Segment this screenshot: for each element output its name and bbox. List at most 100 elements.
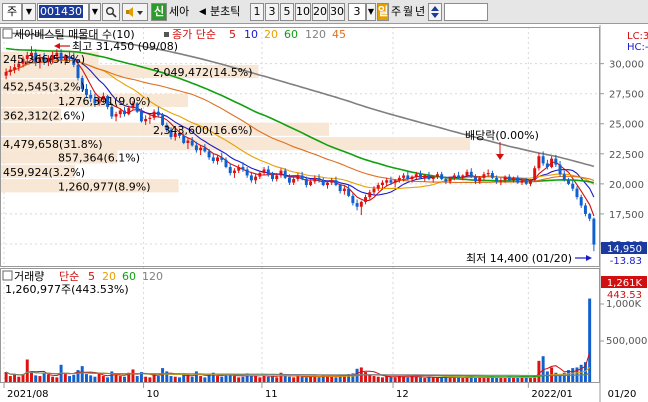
candle-body xyxy=(528,180,532,184)
volume-legend-ma-5: 5 xyxy=(88,270,95,283)
volume-bar xyxy=(478,377,482,382)
volume-profile-label: 857,364(6.1%) xyxy=(58,151,140,164)
period-label[interactable]: 분초틱 xyxy=(210,3,250,21)
minute-30-button[interactable]: 30 xyxy=(329,3,345,21)
candle-body xyxy=(579,197,583,206)
stock-code-input[interactable]: 001430 xyxy=(37,3,89,21)
minute-3-label: 3 xyxy=(268,5,276,18)
candle-body xyxy=(237,167,241,171)
candle-body xyxy=(110,106,114,117)
candle-body xyxy=(550,158,554,168)
minute-1-button[interactable]: 1 xyxy=(250,3,264,21)
minute-10-button[interactable]: 10 xyxy=(295,3,311,21)
volume-bar xyxy=(512,377,516,382)
volume-bar xyxy=(46,374,50,382)
volume-bar xyxy=(313,376,317,382)
volume-legend-checkbox[interactable] xyxy=(2,270,13,281)
search-button[interactable] xyxy=(102,3,120,21)
volume-bar xyxy=(380,377,384,382)
current-price: 14,950 xyxy=(607,244,642,255)
candle-body xyxy=(541,156,545,164)
volume-bar xyxy=(528,378,532,382)
minute-10-label: 10 xyxy=(296,5,310,18)
volume-bar xyxy=(579,364,583,382)
minute-3-button[interactable]: 3 xyxy=(265,3,279,21)
sound-button[interactable] xyxy=(122,3,148,21)
candle-body xyxy=(558,164,562,175)
volume-bar xyxy=(402,376,406,382)
volume-bar xyxy=(228,374,232,382)
legend-checkbox[interactable] xyxy=(2,28,13,39)
volume-profile-label: 2,049,472(14.5%) xyxy=(153,66,253,79)
market-select[interactable]: 주 xyxy=(2,3,22,21)
volume-bar xyxy=(55,377,59,382)
volume-tick-label: 500,000 xyxy=(606,336,647,347)
candle-body xyxy=(338,185,342,192)
volume-bar xyxy=(406,377,410,382)
candle-body xyxy=(114,114,118,117)
year-button[interactable]: 년 xyxy=(414,3,426,21)
legend-ma-10: 10 xyxy=(244,28,258,41)
minute-dropdown-icon[interactable]: ▼ xyxy=(366,3,376,21)
volume-bar xyxy=(287,376,291,382)
volume-bar xyxy=(97,373,101,382)
volume-bar xyxy=(461,378,465,382)
week-button[interactable]: 주 xyxy=(390,3,402,21)
candle-body xyxy=(435,174,439,177)
volume-bar xyxy=(495,378,499,382)
candle-body xyxy=(402,175,406,178)
candle-body xyxy=(431,176,435,180)
minute-30-label: 30 xyxy=(330,5,344,18)
volume-bar xyxy=(13,374,17,382)
candle-body xyxy=(410,176,414,180)
code-dropdown-icon[interactable]: ▼ xyxy=(89,3,101,21)
candle-body xyxy=(414,174,418,177)
current-date: 01/20 xyxy=(608,389,637,400)
new-badge-label: 신 xyxy=(153,5,165,18)
minute-5-button[interactable]: 5 xyxy=(280,3,294,21)
candle-body xyxy=(474,176,477,182)
price-tick-label: 27,500 xyxy=(609,90,644,101)
minute-1-label: 1 xyxy=(253,5,261,18)
candle-body xyxy=(347,188,351,196)
candle-body xyxy=(562,174,566,181)
prev-period-arrow[interactable]: ◀ xyxy=(199,3,209,21)
volume-profile-label: 459,924(3.2%) xyxy=(3,166,85,179)
volume-bar xyxy=(385,376,389,382)
sort-button[interactable] xyxy=(428,3,442,21)
volume-bar xyxy=(131,369,135,382)
candle-body xyxy=(486,173,490,175)
candle-body xyxy=(203,147,207,152)
minute-20-button[interactable]: 20 xyxy=(312,3,328,21)
candle-body xyxy=(457,175,461,178)
candle-body xyxy=(393,180,397,183)
volume-bar xyxy=(524,377,528,382)
volume-bar xyxy=(334,377,338,382)
candle-body xyxy=(452,175,456,178)
count-input[interactable] xyxy=(444,3,488,21)
candle-body xyxy=(512,177,516,181)
date-tick-label: 2021/08 xyxy=(7,389,49,400)
candle-body xyxy=(76,64,80,79)
volume-legend-ma-label: 단순 xyxy=(59,270,79,283)
volume-bar xyxy=(317,377,321,382)
market-dropdown-icon[interactable]: ▼ xyxy=(22,3,36,21)
month-button[interactable]: 월 xyxy=(402,3,414,21)
volume-profile-label: 2,343,600(16.6%) xyxy=(153,124,253,137)
day-button[interactable]: 일 xyxy=(377,3,389,21)
candle-body xyxy=(118,110,122,115)
stock-chart: 245,366(5.1%) 2,049,472(14.5%) 452,545(3.2… xyxy=(0,25,648,402)
volume-bar xyxy=(249,375,253,382)
speaker-icon xyxy=(126,7,143,17)
volume-profile-label: 452,545(3.2%) xyxy=(3,80,85,93)
date-tick-label: 10 xyxy=(147,389,160,400)
candle-body xyxy=(533,168,537,181)
candle-body xyxy=(592,218,596,245)
stock-code-value: 001430 xyxy=(39,5,83,18)
minute-select[interactable]: 3 xyxy=(348,3,366,21)
volume-bar xyxy=(241,376,245,382)
new-badge[interactable]: 신 xyxy=(151,3,167,21)
minute-5-label: 5 xyxy=(283,5,291,18)
volume-bar xyxy=(68,376,72,382)
volume-bar xyxy=(80,366,84,382)
